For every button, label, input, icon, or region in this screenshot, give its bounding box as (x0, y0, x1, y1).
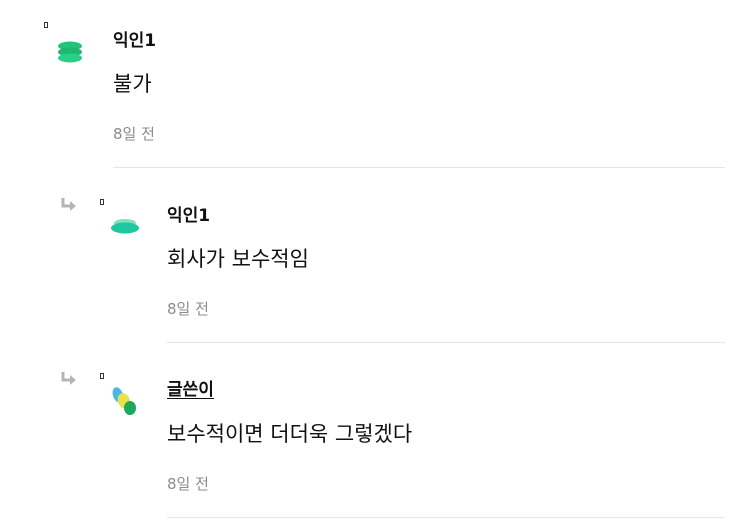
comment-text: 불가 (113, 72, 152, 96)
comment-author[interactable]: 익인1 (167, 201, 210, 226)
comment-author[interactable]: 익인1 (113, 26, 156, 51)
reply-arrow-icon (61, 372, 76, 385)
comment-timestamp: 8일 전 (113, 125, 155, 143)
comment-marker (100, 373, 104, 379)
comment-marker (100, 199, 104, 205)
comment-divider (113, 167, 725, 168)
comment-divider (167, 342, 725, 343)
comment-text: 회사가 보수적임 (167, 247, 309, 271)
comment-text: 보수적이면 더더욱 그렇겠다 (167, 422, 413, 446)
comment-timestamp: 8일 전 (167, 475, 209, 493)
comment-marker (44, 22, 48, 28)
tricolor-blob-icon[interactable] (108, 384, 142, 418)
comment-timestamp: 8일 전 (167, 300, 209, 318)
comment-divider (167, 517, 725, 518)
green-pill-stack-icon[interactable] (108, 213, 142, 247)
reply-arrow-icon (61, 198, 76, 211)
green-pill-stack-icon[interactable] (54, 38, 88, 72)
writer-author[interactable]: 글쓴이 (167, 375, 214, 400)
